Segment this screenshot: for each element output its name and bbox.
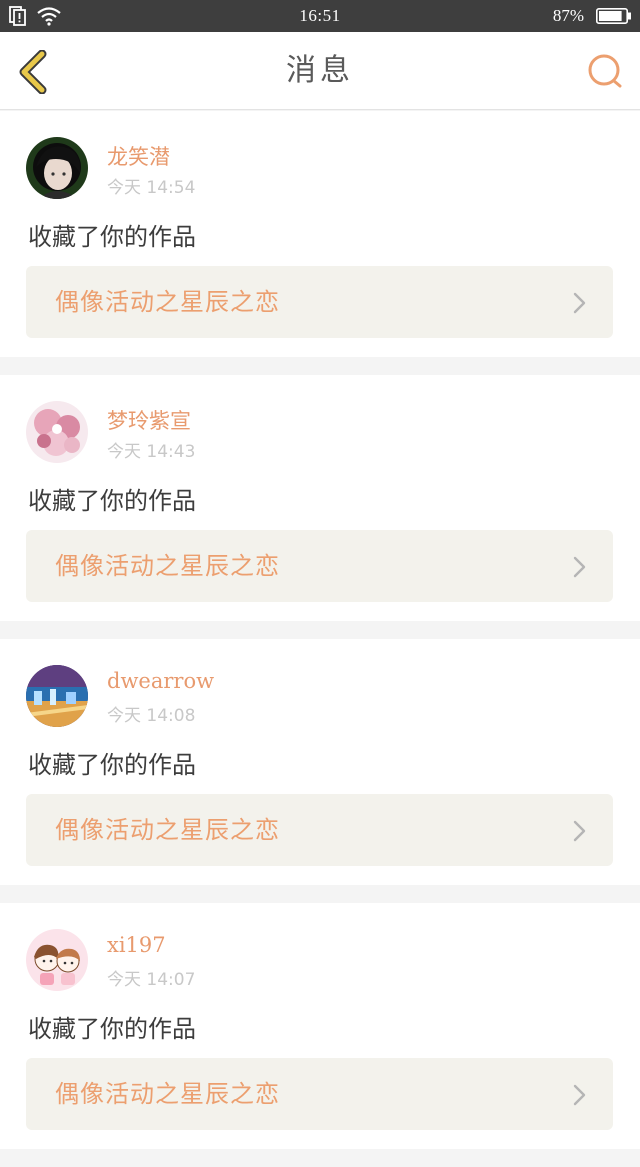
- timestamp: 今天 14:54: [107, 178, 196, 198]
- work-link[interactable]: 偶像活动之星辰之恋: [26, 1058, 613, 1130]
- work-title: 偶像活动之星辰之恋: [55, 288, 280, 316]
- battery-percent: 87%: [552, 6, 584, 25]
- battery-icon: [596, 8, 631, 24]
- message-card: xi197 今天 14:07 收藏了你的作品 偶像活动之星辰之恋: [0, 903, 640, 1149]
- message-list: 龙笑潜 今天 14:54 收藏了你的作品 偶像活动之星辰之恋 梦玲紫宣 今天 1…: [0, 111, 640, 1167]
- chevron-right-icon: [573, 556, 586, 578]
- message-card: 梦玲紫宣 今天 14:43 收藏了你的作品 偶像活动之星辰之恋: [0, 375, 640, 621]
- work-link[interactable]: 偶像活动之星辰之恋: [26, 794, 613, 866]
- avatar[interactable]: [26, 665, 88, 727]
- message-card: dwearrow 今天 14:08 收藏了你的作品 偶像活动之星辰之恋: [0, 639, 640, 885]
- username[interactable]: 龙笑潜: [107, 141, 170, 171]
- action-text: 收藏了你的作品: [28, 223, 196, 251]
- work-title: 偶像活动之星辰之恋: [55, 816, 280, 844]
- work-title: 偶像活动之星辰之恋: [55, 1080, 280, 1108]
- action-text: 收藏了你的作品: [28, 1015, 196, 1043]
- chevron-right-icon: [573, 1084, 586, 1106]
- avatar[interactable]: [26, 137, 88, 199]
- username[interactable]: dwearrow: [107, 669, 214, 693]
- username[interactable]: 梦玲紫宣: [107, 405, 191, 435]
- chevron-right-icon: [573, 820, 586, 842]
- timestamp: 今天 14:43: [107, 442, 196, 462]
- timestamp: 今天 14:07: [107, 970, 196, 990]
- nav-bar: 消息: [0, 32, 640, 110]
- message-card: 龙笑潜 今天 14:54 收藏了你的作品 偶像活动之星辰之恋: [0, 111, 640, 357]
- search-button[interactable]: [586, 52, 624, 90]
- work-link[interactable]: 偶像活动之星辰之恋: [26, 530, 613, 602]
- action-text: 收藏了你的作品: [28, 751, 196, 779]
- timestamp: 今天 14:08: [107, 706, 196, 726]
- work-link[interactable]: 偶像活动之星辰之恋: [26, 266, 613, 338]
- avatar[interactable]: [26, 401, 88, 463]
- page-title: 消息: [286, 53, 354, 88]
- status-bar: 16:51 87%: [0, 0, 640, 32]
- status-time: 16:51: [299, 6, 341, 25]
- work-title: 偶像活动之星辰之恋: [55, 552, 280, 580]
- avatar[interactable]: [26, 929, 88, 991]
- chevron-right-icon: [573, 292, 586, 314]
- action-text: 收藏了你的作品: [28, 487, 196, 515]
- username[interactable]: xi197: [107, 933, 166, 957]
